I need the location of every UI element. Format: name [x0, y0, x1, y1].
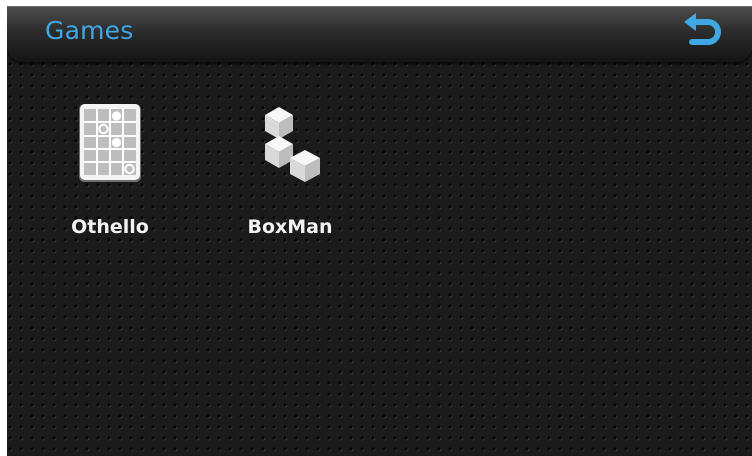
app-label-othello: Othello	[71, 216, 149, 238]
stacked-boxes-icon	[265, 107, 320, 182]
back-button[interactable]	[678, 12, 728, 52]
games-screen: Games Othello BoxMan	[7, 6, 752, 456]
app-label-boxman: BoxMan	[247, 216, 333, 238]
app-othello[interactable]: Othello	[55, 98, 165, 248]
app-boxman[interactable]: BoxMan	[235, 98, 345, 248]
header-bar: Games	[7, 6, 752, 62]
undo-arrow-icon	[684, 13, 721, 45]
othello-board-icon	[79, 104, 141, 182]
page-title: Games	[45, 16, 134, 45]
